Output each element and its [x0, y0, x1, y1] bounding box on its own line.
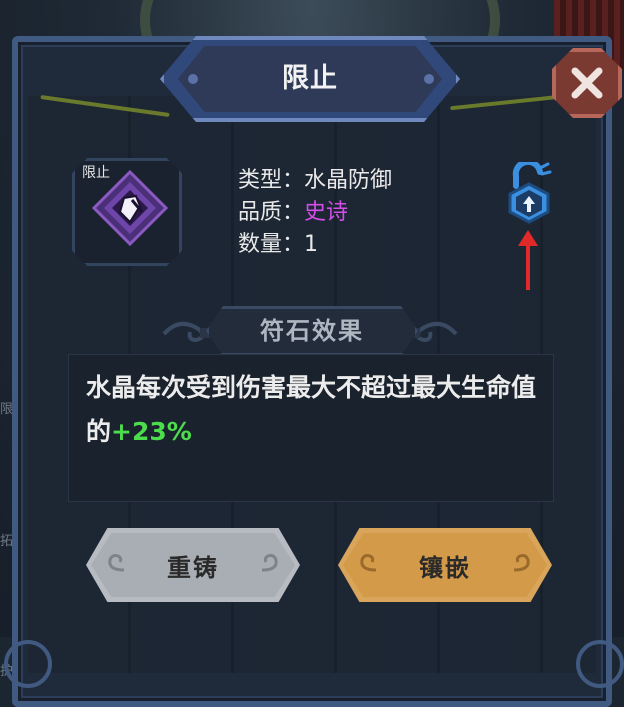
effect-description: 水晶每次受到伤害最大不超过最大生命值的+23% — [86, 366, 542, 454]
modal-title: 限止 — [282, 63, 338, 94]
quality-value: 史诗 — [304, 200, 349, 225]
effect-header: 符石效果 — [260, 317, 364, 345]
count-row: 数量：1 — [238, 229, 392, 261]
frame-corner-ornament — [4, 640, 52, 688]
type-value: 水晶防御 — [304, 168, 393, 193]
swirl-ornament-icon — [108, 554, 125, 572]
type-row: 类型：水晶防御 — [238, 165, 392, 197]
inlay-button[interactable]: 镶嵌 — [338, 528, 552, 602]
close-button[interactable] — [552, 48, 622, 118]
unlock-icon[interactable] — [504, 162, 554, 228]
frame-corner-ornament — [576, 640, 624, 688]
inlay-button-label: 镶嵌 — [419, 553, 471, 582]
swirl-ornament-icon — [360, 554, 377, 572]
quality-row: 品质：史诗 — [238, 197, 392, 229]
crystal-gem-icon — [91, 169, 169, 247]
count-value: 1 — [304, 232, 319, 257]
swirl-ornament-icon — [513, 554, 530, 572]
swirl-ornament-icon — [261, 554, 278, 572]
close-icon — [571, 67, 603, 99]
recast-button[interactable]: 重铸 — [86, 528, 300, 602]
recast-button-label: 重铸 — [167, 553, 219, 582]
effect-bonus: +23% — [111, 417, 192, 446]
item-info: 类型：水晶防御 品质：史诗 数量：1 — [238, 165, 392, 261]
red-arrow-indicator — [518, 230, 538, 290]
count-label: 数量： — [238, 232, 305, 257]
type-label: 类型： — [238, 168, 305, 193]
quality-label: 品质： — [238, 200, 305, 225]
